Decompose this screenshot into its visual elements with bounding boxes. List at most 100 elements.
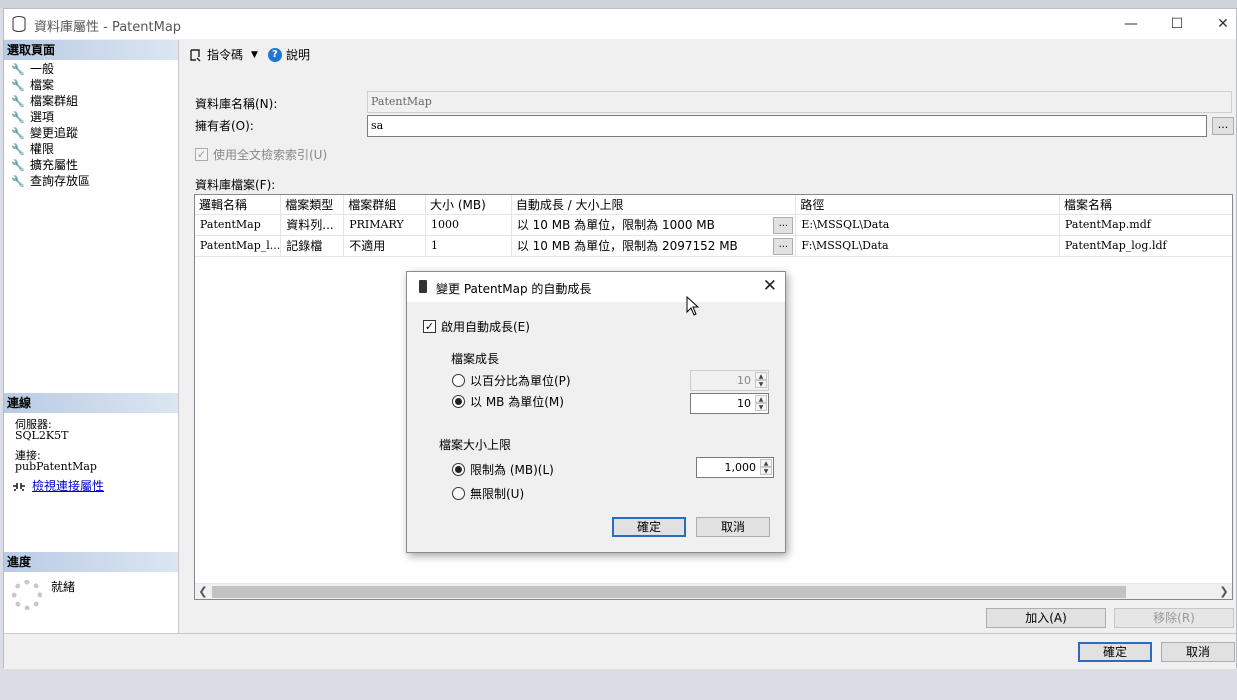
view-connection-properties-link[interactable]: 檢視連接屬性 xyxy=(32,480,104,492)
cell-size[interactable]: 1 xyxy=(425,235,512,257)
autogrowth-browse-button[interactable]: ... xyxy=(773,237,794,255)
owner-input[interactable]: sa xyxy=(367,115,1207,137)
column-header-size[interactable]: 大小 (MB) xyxy=(425,195,512,215)
cell-size[interactable]: 1000 xyxy=(425,214,512,236)
dialog-ok-button[interactable]: 確定 xyxy=(612,517,686,537)
stepper-down-icon[interactable]: ▼ xyxy=(755,380,767,388)
connection-section: 連線 伺服器: SQL2K5T 連接: pubPatentMap 檢視連接屬性 xyxy=(4,393,178,492)
status-text: 就緒 xyxy=(51,580,76,594)
cell-file-type[interactable]: 記錄檔 xyxy=(280,235,345,257)
close-button[interactable]: ✕ xyxy=(1200,9,1237,39)
cell-filegroup[interactable]: PRIMARY xyxy=(343,214,427,236)
maximize-button[interactable]: ☐ xyxy=(1154,9,1200,39)
cell-logical-name[interactable]: PatentMap_l... xyxy=(195,235,282,257)
dialog-title-bar: 變更 PatentMap 的自動成長 ✕ xyxy=(407,272,785,302)
cell-file-name[interactable]: PatentMap_log.ldf xyxy=(1059,235,1232,257)
dialog-title: 變更 PatentMap 的自動成長 xyxy=(436,282,592,296)
limited-stepper[interactable]: 1,000 ▲ ▼ xyxy=(696,457,774,478)
unlimited-radio[interactable] xyxy=(452,487,465,500)
limited-radio[interactable] xyxy=(452,463,465,476)
enable-autogrowth-checkbox[interactable]: ✓ xyxy=(423,320,436,333)
mb-stepper[interactable]: 10 ▲ ▼ xyxy=(690,393,769,414)
server-value: SQL2K5T xyxy=(15,429,69,442)
sidebar-item-permissions[interactable]: 🔧 權限 xyxy=(4,141,178,157)
wrench-icon: 🔧 xyxy=(11,142,25,156)
minimize-button[interactable]: — xyxy=(1108,9,1154,39)
dialog-app-icon xyxy=(419,280,427,293)
scrollbar-thumb[interactable] xyxy=(212,586,1126,598)
fulltext-checkbox[interactable]: ✓ xyxy=(195,148,208,161)
cell-autogrowth[interactable]: 以 10 MB 為單位，限制為 2097152 MB... xyxy=(511,235,797,257)
table-row[interactable]: PatentMap_l... 記錄檔 不適用 1 以 10 MB 為單位，限制為… xyxy=(195,235,1232,257)
percent-radio[interactable] xyxy=(452,374,465,387)
horizontal-scrollbar[interactable]: ❮ ❯ xyxy=(195,583,1232,599)
table-row[interactable]: PatentMap 資料列... PRIMARY 1000 以 10 MB 為單… xyxy=(195,214,1232,236)
cell-path[interactable]: E:\MSSQL\Data xyxy=(795,214,1060,236)
column-header-file-name[interactable]: 檔案名稱 xyxy=(1059,195,1232,215)
column-header-autogrowth[interactable]: 自動成長 / 大小上限 xyxy=(511,195,797,215)
db-name-label: 資料庫名稱(N): xyxy=(195,97,278,111)
cell-filegroup[interactable]: 不適用 xyxy=(343,235,427,257)
cell-logical-name[interactable]: PatentMap xyxy=(195,214,282,236)
sidebar-item-filegroups[interactable]: 🔧 檔案群組 xyxy=(4,93,178,109)
stepper-up-icon[interactable]: ▲ xyxy=(755,395,767,403)
script-button[interactable]: 指令碼 xyxy=(188,46,243,63)
column-header-path[interactable]: 路徑 xyxy=(795,195,1060,215)
dialog-close-icon[interactable]: ✕ xyxy=(763,276,777,296)
ok-button[interactable]: 確定 xyxy=(1078,642,1152,662)
stepper-up-icon[interactable]: ▲ xyxy=(760,459,772,467)
add-button[interactable]: 加入(A) xyxy=(986,608,1106,628)
sidebar-item-extended-properties[interactable]: 🔧 擴充屬性 xyxy=(4,157,178,173)
db-name-field: PatentMap xyxy=(367,91,1232,113)
cell-file-type[interactable]: 資料列... xyxy=(280,214,345,236)
progress-spinner-icon xyxy=(12,580,42,610)
wrench-icon: 🔧 xyxy=(11,158,25,172)
mb-option[interactable]: 以 MB 為單位(M) xyxy=(452,393,564,410)
progress-section: 進度 就緒 xyxy=(4,552,178,632)
scroll-left-arrow-icon[interactable]: ❮ xyxy=(195,584,211,600)
unlimited-option[interactable]: 無限制(U) xyxy=(452,485,524,502)
files-table: 邏輯名稱 檔案類型 檔案群組 大小 (MB) 自動成長 / 大小上限 路徑 檔案… xyxy=(195,195,1232,257)
sidebar-item-query-store[interactable]: 🔧 查詢存放區 xyxy=(4,173,178,189)
connection-header: 連線 xyxy=(4,393,178,413)
sidebar-item-options[interactable]: 🔧 選項 xyxy=(4,109,178,125)
limited-option[interactable]: 限制為 (MB)(L) xyxy=(452,461,554,478)
file-growth-header: 檔案成長 xyxy=(451,352,500,366)
fulltext-option: ✓ 使用全文檢索索引(U) xyxy=(195,148,328,162)
stepper-down-icon[interactable]: ▼ xyxy=(760,467,772,475)
remove-button[interactable]: 移除(R) xyxy=(1114,608,1234,628)
connection-plug-icon xyxy=(13,483,25,491)
help-button[interactable]: 說明 xyxy=(286,46,310,63)
dialog-cancel-button[interactable]: 取消 xyxy=(696,517,770,537)
cell-path[interactable]: F:\MSSQL\Data xyxy=(795,235,1060,257)
wrench-icon: 🔧 xyxy=(11,126,25,140)
autogrowth-browse-button[interactable]: ... xyxy=(773,216,794,234)
scroll-right-arrow-icon[interactable]: ❯ xyxy=(1216,584,1232,600)
column-header-logical-name[interactable]: 邏輯名稱 xyxy=(195,195,282,215)
sidebar: 選取頁面 🔧 一般 🔧 檔案 🔧 檔案群組 🔧 選項 🔧 變更追蹤 🔧 權限 🔧 擴充屬性 🔧… xyxy=(4,40,179,633)
script-dropdown-arrow-icon[interactable]: ▼ xyxy=(251,50,258,60)
wrench-icon: 🔧 xyxy=(11,78,25,92)
cancel-button[interactable]: 取消 xyxy=(1161,642,1235,662)
stepper-down-icon[interactable]: ▼ xyxy=(755,403,767,411)
stepper-up-icon[interactable]: ▲ xyxy=(755,372,767,380)
percent-option[interactable]: 以百分比為單位(P) xyxy=(452,372,571,389)
owner-browse-button[interactable]: ... xyxy=(1212,117,1234,135)
title-bar: 資料庫屬性 - PatentMap — ☐ ✕ xyxy=(4,9,1236,39)
column-header-file-type[interactable]: 檔案類型 xyxy=(280,195,345,215)
mb-radio[interactable] xyxy=(452,395,465,408)
wrench-icon: 🔧 xyxy=(11,62,25,76)
help-icon: ? xyxy=(267,47,282,62)
window-title: 資料庫屬性 - PatentMap xyxy=(34,20,182,35)
cell-autogrowth[interactable]: 以 10 MB 為單位，限制為 1000 MB... xyxy=(511,214,797,236)
sidebar-item-files[interactable]: 🔧 檔案 xyxy=(4,77,178,93)
cell-file-name[interactable]: PatentMap.mdf xyxy=(1059,214,1232,236)
sidebar-item-general[interactable]: 🔧 一般 xyxy=(4,61,178,77)
table-header-row: 邏輯名稱 檔案類型 檔案群組 大小 (MB) 自動成長 / 大小上限 路徑 檔案… xyxy=(195,195,1232,215)
wrench-icon: 🔧 xyxy=(11,174,25,188)
owner-label: 擁有者(O): xyxy=(195,119,254,133)
column-header-filegroup[interactable]: 檔案群組 xyxy=(343,195,427,215)
toolbar: 指令碼 ▼ ? 說明 xyxy=(188,46,310,63)
percent-stepper[interactable]: 10 ▲ ▼ xyxy=(690,370,769,391)
sidebar-item-change-tracking[interactable]: 🔧 變更追蹤 xyxy=(4,125,178,141)
